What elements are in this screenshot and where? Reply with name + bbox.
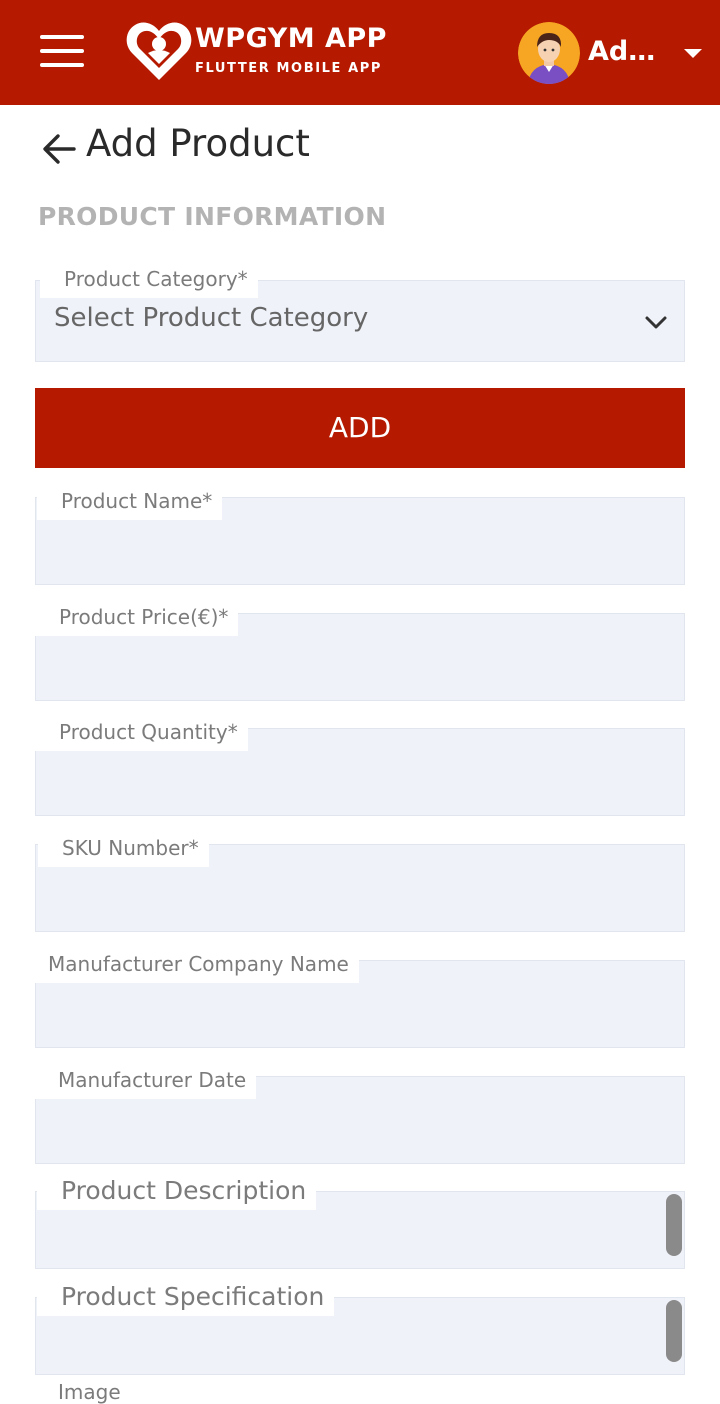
product-price-label: Product Price(€)*	[35, 602, 239, 636]
product-specification-label: Product Specification	[37, 1280, 335, 1316]
manufacturer-date-label: Manufacturer Date	[34, 1065, 257, 1099]
chevron-down-icon	[645, 316, 667, 329]
sku-number-label: SKU Number*	[38, 833, 209, 867]
page-title: Add Product	[86, 122, 310, 165]
brand-subtitle: FLUTTER MOBILE APP	[195, 61, 383, 76]
product-description-label: Product Description	[37, 1174, 317, 1210]
product-quantity-label: Product Quantity*	[35, 717, 248, 751]
specification-scrollbar[interactable]	[666, 1300, 682, 1362]
manufacturer-company-label: Manufacturer Company Name	[24, 949, 359, 983]
caret-down-icon[interactable]	[682, 47, 704, 61]
user-name[interactable]: Ad...	[588, 36, 658, 67]
product-category-label: Product Category*	[40, 264, 258, 298]
image-label: Image	[58, 1380, 121, 1404]
user-avatar[interactable]	[518, 22, 580, 84]
section-title: PRODUCT INFORMATION	[38, 202, 387, 231]
product-category-value: Select Product Category	[54, 303, 369, 333]
add-category-button[interactable]: ADD	[35, 388, 685, 468]
product-name-label: Product Name*	[37, 486, 223, 520]
heart-logo-icon	[126, 22, 192, 80]
app-bar: WPGYM APP FLUTTER MOBILE APP Ad...	[0, 0, 720, 105]
menu-icon[interactable]	[40, 35, 84, 69]
brand-title: WPGYM APP	[195, 23, 387, 54]
arrow-left-icon[interactable]	[40, 132, 78, 166]
description-scrollbar[interactable]	[666, 1194, 682, 1256]
